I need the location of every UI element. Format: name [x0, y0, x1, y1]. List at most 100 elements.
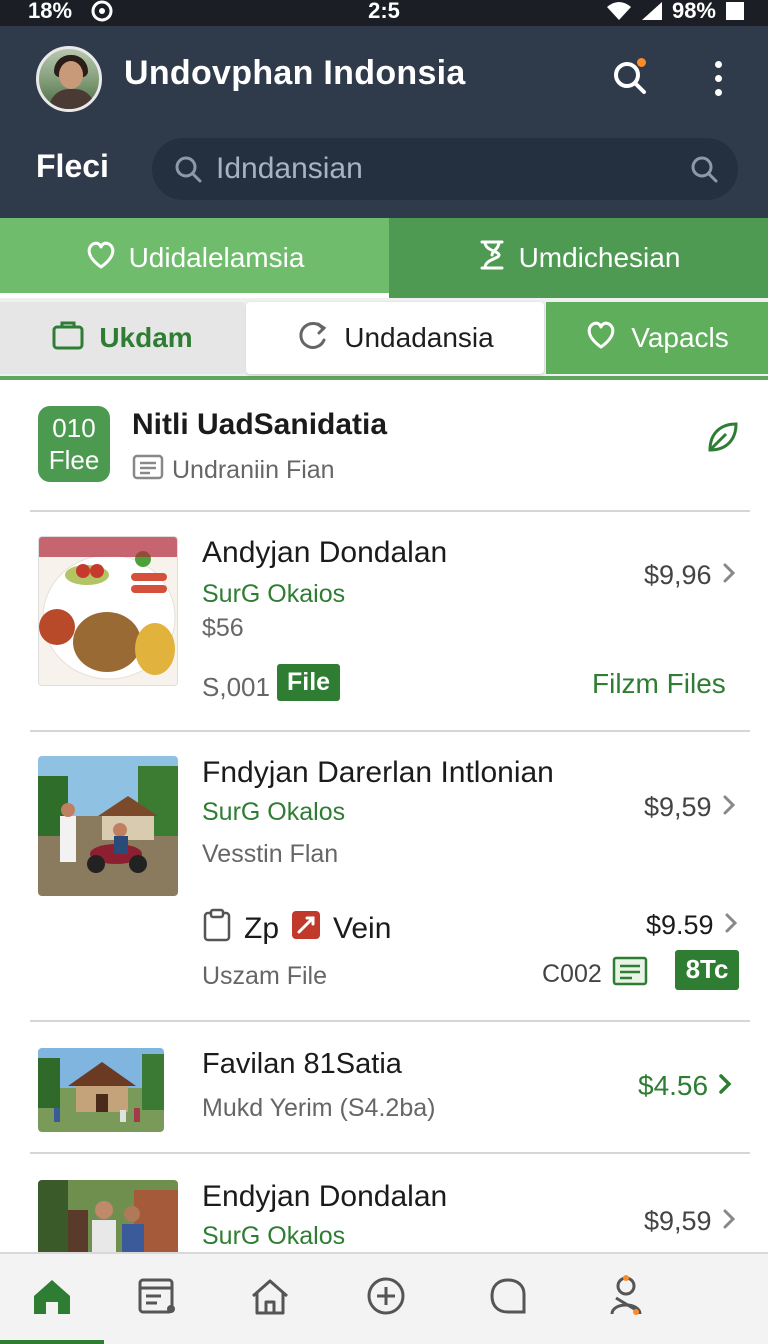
meta-code: C002: [542, 960, 602, 988]
tab-label: Undadansia: [344, 322, 494, 353]
meta-file: Uszam File: [202, 962, 328, 990]
app-title: Undovphan Indonsia: [124, 54, 466, 92]
chevron-right-icon: [722, 1206, 736, 1237]
item-price-row[interactable]: $9,59: [644, 1206, 736, 1237]
tab-undadansia[interactable]: Undadansia: [246, 302, 544, 374]
filter-label[interactable]: Fleci: [36, 148, 109, 185]
people-thumbnail: [38, 1180, 178, 1252]
status-right: 98%: [606, 0, 746, 24]
tab-umdichesian[interactable]: Umdichesian: [389, 218, 768, 298]
meta-price: $9.59: [646, 910, 714, 940]
chevron-right-icon: [722, 792, 736, 823]
item-detail: $56: [202, 614, 244, 642]
item-title: Andyjan Dondalan: [202, 536, 448, 569]
secondary-tabs: Ukdam Undadansia Vapacls: [0, 298, 768, 380]
heart-icon: [585, 320, 617, 357]
nav-chat[interactable]: [484, 1274, 532, 1322]
summary-badge: 010 Flee: [38, 406, 110, 482]
tab-ukdam[interactable]: Ukdam: [0, 302, 244, 374]
item-price: $9,59: [644, 792, 712, 822]
avatar[interactable]: [36, 46, 102, 112]
item-subtitle: SurG Okalos: [202, 1222, 346, 1250]
scene-thumbnail: [38, 756, 178, 896]
header-search-button[interactable]: [608, 56, 652, 100]
meta-code-row: C002: [542, 956, 648, 993]
item-price: $9,96: [644, 560, 712, 590]
meta-zp: Zp: [244, 912, 280, 945]
files-link[interactable]: Filzm Files: [592, 668, 726, 700]
tab-udidalelamsia[interactable]: Udidalelamsia: [0, 218, 389, 298]
tab-label: Ukdam: [99, 322, 193, 353]
leaf-icon: [704, 422, 742, 460]
signal-icon: [640, 0, 664, 22]
summary-row[interactable]: 010 Flee Nitli UadSanidatia Undraniin Fi…: [0, 384, 768, 512]
summary-title: Nitli UadSanidatia: [132, 408, 388, 441]
wifi-icon: [606, 0, 632, 22]
leaf-button[interactable]: [704, 418, 742, 456]
document-icon: [612, 956, 648, 993]
meta-badge[interactable]: 8Tc: [675, 950, 739, 990]
divider: [30, 1152, 750, 1154]
notification-dot: [637, 58, 646, 67]
item-title: Fndyjan Darerlan Intlonian: [202, 756, 554, 789]
item-price-row[interactable]: $9,59: [644, 792, 736, 823]
search-icon: [608, 62, 652, 104]
item-subtitle: SurG Okaios: [202, 580, 346, 608]
nav-active-indicator: [0, 1340, 104, 1344]
item-title: Endyjan Dondalan: [202, 1180, 448, 1213]
nav-house[interactable]: [246, 1274, 294, 1322]
item-price-row[interactable]: $9,96: [644, 560, 736, 591]
summary-subtitle-row: Undraniin Fian: [132, 454, 335, 487]
home-icon: [30, 1276, 74, 1321]
item-title: Favilan 81Satia: [202, 1048, 402, 1080]
add-circle-icon: [366, 1276, 406, 1321]
item-price: $4.56: [638, 1070, 709, 1101]
primary-tabs: Udidalelamsia Umdichesian: [0, 218, 768, 298]
status-bar: 18% 2:5 98%: [0, 0, 768, 26]
badge-number: 010: [52, 413, 96, 443]
nav-list[interactable]: [134, 1274, 182, 1322]
chevron-right-icon: [724, 910, 738, 941]
nav-home[interactable]: [28, 1274, 76, 1322]
search-input[interactable]: [216, 146, 676, 192]
food-thumbnail: [38, 536, 178, 686]
village-thumbnail: [38, 1048, 164, 1132]
tag-icon: [291, 910, 321, 948]
divider: [30, 510, 750, 512]
item-subtitle: SurG Okalos: [202, 798, 346, 826]
search-box[interactable]: [152, 138, 738, 200]
house-icon: [248, 1276, 292, 1321]
tab-label: Udidalelamsia: [128, 242, 305, 273]
battery-icon: [724, 0, 746, 22]
divider: [30, 730, 750, 732]
tab-vapacls[interactable]: Vapacls: [546, 302, 768, 374]
nav-add[interactable]: [362, 1274, 410, 1322]
hourglass-icon: [477, 239, 507, 278]
receipt-icon: [137, 1276, 179, 1321]
app-header: Undovphan Indonsia Fleci: [0, 26, 768, 218]
meta-vein: Vein: [333, 912, 392, 945]
item-subtitle: Mukd Yerim (S4.2ba): [202, 1094, 436, 1122]
item-code: S,001: [202, 672, 270, 702]
nav-profile[interactable]: [602, 1274, 650, 1322]
badge-label: Flee: [48, 445, 100, 475]
status-battery-right: 98%: [671, 0, 716, 23]
divider: [30, 1020, 750, 1022]
chevron-right-icon: [718, 1070, 732, 1102]
heart-icon: [85, 240, 117, 277]
more-options-button[interactable]: [700, 56, 736, 100]
bag-icon: [51, 319, 85, 358]
chat-icon: [488, 1276, 528, 1321]
clipboard-icon: [202, 908, 232, 950]
profile-icon: [606, 1274, 646, 1323]
item-price: $9,59: [644, 1206, 712, 1236]
item-price-row[interactable]: $4.56: [638, 1070, 732, 1102]
search-submit-icon[interactable]: [688, 153, 720, 190]
file-badge[interactable]: File: [277, 664, 341, 701]
item-detail: Vesstin Flan: [202, 840, 339, 868]
item-meta-row: Zp Vein: [202, 908, 391, 950]
summary-subtitle: Undraniin Fian: [172, 456, 335, 484]
refresh-icon: [296, 318, 330, 359]
meta-price-row[interactable]: $9.59: [646, 910, 738, 941]
chevron-right-icon: [722, 560, 736, 591]
